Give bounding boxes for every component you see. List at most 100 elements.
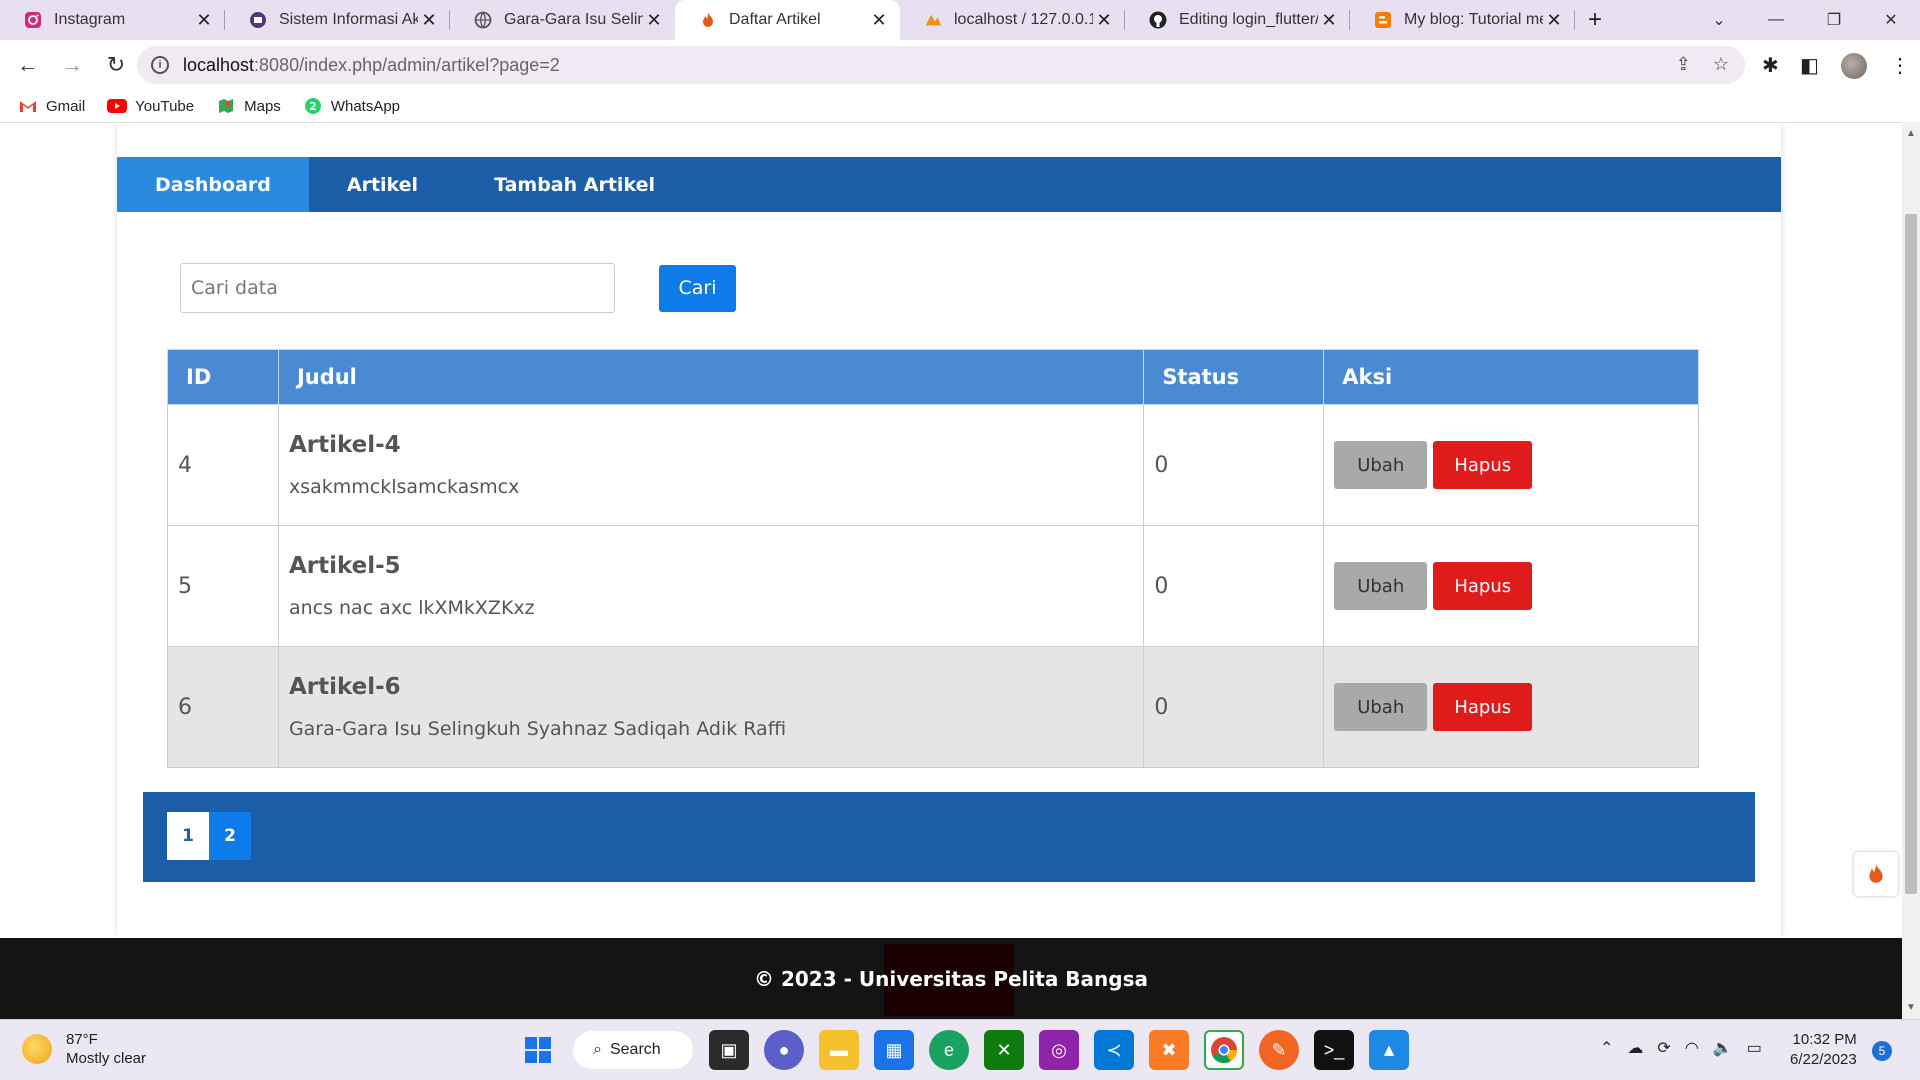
cell-judul: Artikel-6 Gara-Gara Isu Selingkuh Syahna… xyxy=(277,646,1145,768)
taskbar-clock[interactable]: 10:32 PM 6/22/2023 xyxy=(1790,1030,1857,1070)
site-info-icon[interactable]: i xyxy=(151,56,169,74)
close-icon[interactable]: ✕ xyxy=(193,10,215,31)
bookmark-gmail[interactable]: Gmail xyxy=(18,98,85,115)
nav-dashboard[interactable]: Dashboard xyxy=(117,157,309,212)
back-arrow-icon[interactable]: ← xyxy=(10,47,46,83)
clock-date: 6/22/2023 xyxy=(1790,1051,1857,1068)
extensions-puzzle-icon[interactable]: ✱ xyxy=(1762,53,1779,78)
minimize-button[interactable]: — xyxy=(1747,0,1805,40)
close-icon[interactable]: ✕ xyxy=(418,10,440,31)
restore-button[interactable]: ❐ xyxy=(1805,0,1863,40)
taskbar-search-label: Search xyxy=(609,1041,661,1058)
new-tab-button[interactable]: + xyxy=(1575,6,1615,34)
page-viewport: Dashboard Artikel Tambah Artikel Cari ID xyxy=(0,122,1902,1019)
browser-toolbar: ← → ↻ i localhost:8080/index.php/admin/a… xyxy=(0,40,1920,90)
maps-icon xyxy=(216,98,236,114)
edit-button[interactable]: Ubah xyxy=(1334,683,1428,731)
close-window-button[interactable]: ✕ xyxy=(1862,0,1920,40)
column-header-id: ID xyxy=(167,349,279,405)
notification-badge[interactable]: 5 xyxy=(1872,1041,1892,1061)
article-table: ID Judul Status Aksi 4 Artikel-4 xsakmmc… xyxy=(167,349,1699,768)
volume-icon[interactable]: 🔈 xyxy=(1713,1038,1733,1058)
xampp-icon[interactable]: ✖ xyxy=(1149,1030,1189,1070)
article-description: ancs nac axc lkXMkXZKxz xyxy=(288,597,535,619)
article-description: xsakmmcklsamckasmcx xyxy=(288,476,520,498)
bookmark-whatsapp[interactable]: 2 WhatsApp xyxy=(303,98,400,115)
page-scrollbar[interactable]: ▲ ▼ xyxy=(1902,122,1920,1019)
tab-my-blog[interactable]: My blog: Tutorial mel ✕ xyxy=(1350,0,1575,40)
bookmark-youtube[interactable]: YouTube xyxy=(107,98,194,115)
postman-icon[interactable]: ✎ xyxy=(1259,1030,1299,1070)
tab-daftar-artikel[interactable]: Daftar Artikel ✕ xyxy=(675,0,900,40)
windows-start-icon[interactable] xyxy=(518,1030,558,1070)
tab-search-chevron-icon[interactable]: ⌄ xyxy=(1690,0,1748,40)
cell-judul: Artikel-4 xsakmmcklsamckasmcx xyxy=(277,404,1145,526)
taskbar-search[interactable]: ⌕ Search xyxy=(573,1031,693,1069)
sync-icon[interactable]: ⟳ xyxy=(1657,1038,1670,1058)
tray-overflow-chevron-icon[interactable]: ⌃ xyxy=(1600,1038,1613,1058)
side-panel-icon[interactable]: ◧ xyxy=(1800,53,1819,78)
column-header-aksi: Aksi xyxy=(1323,349,1699,405)
tab-label: Editing login_flutter/F xyxy=(1179,11,1318,28)
share-icon[interactable]: ⇪ xyxy=(1676,54,1691,75)
tab-instagram[interactable]: Instagram ✕ xyxy=(0,0,225,40)
wifi-icon[interactable]: ◠ xyxy=(1685,1038,1699,1058)
tab-github[interactable]: Editing login_flutter/F ✕ xyxy=(1125,0,1350,40)
kebab-menu-icon[interactable]: ⋮ xyxy=(1890,53,1910,78)
chrome-icon[interactable] xyxy=(1204,1030,1244,1070)
scroll-up-icon[interactable]: ▲ xyxy=(1906,128,1916,139)
bookmark-maps[interactable]: Maps xyxy=(216,98,281,115)
tab-gara-gara[interactable]: Gara-Gara Isu Selingk ✕ xyxy=(450,0,675,40)
microsoft-store-icon[interactable]: ▦ xyxy=(874,1030,914,1070)
weather-widget[interactable]: 87°F Mostly clear xyxy=(22,1030,146,1068)
bookmarks-bar: Gmail YouTube Maps 2 WhatsApp xyxy=(0,90,1920,122)
column-header-status: Status xyxy=(1143,349,1325,405)
address-bar[interactable]: i localhost:8080/index.php/admin/artikel… xyxy=(137,46,1745,84)
edit-button[interactable]: Ubah xyxy=(1334,441,1428,489)
close-icon[interactable]: ✕ xyxy=(1318,10,1340,31)
close-icon[interactable]: ✕ xyxy=(868,10,890,31)
forward-arrow-icon[interactable]: → xyxy=(54,47,90,83)
url-path: :8080/index.php/admin/artikel?page=2 xyxy=(254,54,560,75)
windows-taskbar: 87°F Mostly clear ⌕ Search ▣ ● ▬ ▦ e ✕ ◎… xyxy=(0,1019,1920,1080)
nav-artikel[interactable]: Artikel xyxy=(309,157,456,212)
tab-sistem-informasi[interactable]: Sistem Informasi Akad ✕ xyxy=(225,0,450,40)
edge-browser-icon[interactable]: e xyxy=(929,1030,969,1070)
tab-phpmyadmin[interactable]: localhost / 127.0.0.1 / ✕ xyxy=(900,0,1125,40)
teams-chat-icon[interactable]: ● xyxy=(764,1030,804,1070)
close-icon[interactable]: ✕ xyxy=(643,10,665,31)
search-form: Cari xyxy=(180,263,736,313)
media-app-icon[interactable]: ◎ xyxy=(1039,1030,1079,1070)
globe-icon xyxy=(474,11,492,29)
page-link-2[interactable]: 2 xyxy=(209,812,251,860)
cell-aksi: Ubah Hapus xyxy=(1323,404,1699,526)
nav-tambah-artikel[interactable]: Tambah Artikel xyxy=(456,157,693,212)
battery-icon[interactable]: ▭ xyxy=(1747,1038,1762,1058)
profile-avatar[interactable] xyxy=(1841,53,1867,79)
scrollbar-thumb[interactable] xyxy=(1905,214,1917,894)
task-view-icon[interactable]: ▣ xyxy=(709,1030,749,1070)
onedrive-cloud-icon[interactable]: ☁ xyxy=(1627,1038,1643,1058)
delete-button[interactable]: Hapus xyxy=(1433,562,1533,610)
delete-button[interactable]: Hapus xyxy=(1433,683,1533,731)
bookmark-star-icon[interactable]: ☆ xyxy=(1713,54,1729,75)
photos-icon[interactable]: ▲ xyxy=(1369,1030,1409,1070)
phpmyadmin-icon xyxy=(924,11,942,29)
delete-button[interactable]: Hapus xyxy=(1433,441,1533,489)
file-explorer-icon[interactable]: ▬ xyxy=(819,1030,859,1070)
close-icon[interactable]: ✕ xyxy=(1093,10,1115,31)
search-input[interactable] xyxy=(180,263,615,313)
debug-toolbar-fire-icon[interactable] xyxy=(1854,852,1898,896)
terminal-icon[interactable]: >_ xyxy=(1314,1030,1354,1070)
reload-icon[interactable]: ↻ xyxy=(98,47,134,83)
scroll-down-icon[interactable]: ▼ xyxy=(1906,1002,1916,1013)
vscode-icon[interactable]: ≺ xyxy=(1094,1030,1134,1070)
weather-moon-icon xyxy=(22,1034,52,1064)
xbox-icon[interactable]: ✕ xyxy=(984,1030,1024,1070)
system-tray: ⌃ ☁ ⟳ ◠ 🔈 ▭ xyxy=(1600,1038,1762,1058)
edit-button[interactable]: Ubah xyxy=(1334,562,1428,610)
search-button[interactable]: Cari xyxy=(659,264,736,312)
close-icon[interactable]: ✕ xyxy=(1543,10,1565,31)
academic-icon xyxy=(249,11,267,29)
page-link-1[interactable]: 1 xyxy=(167,812,209,860)
